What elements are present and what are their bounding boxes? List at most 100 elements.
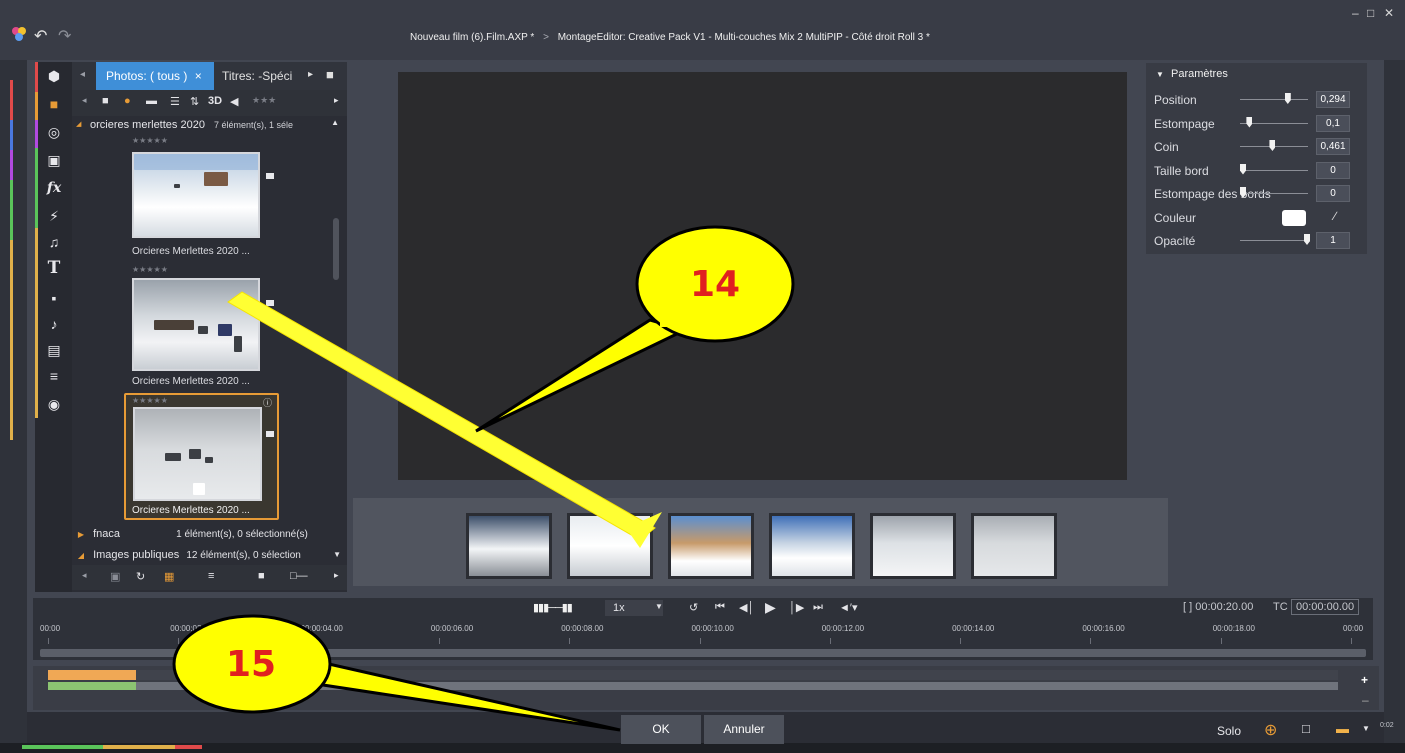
- speed-select[interactable]: 1x ▼: [605, 600, 663, 616]
- target-icon[interactable]: ⊕: [1264, 720, 1277, 740]
- scrollbar-thumb[interactable]: [333, 218, 339, 280]
- music-icon[interactable]: ♫: [46, 234, 62, 250]
- check-badge-icon[interactable]: ●: [124, 95, 131, 107]
- monitor-dropdown-icon[interactable]: ▼: [1362, 724, 1370, 733]
- zoom-in-icon[interactable]: +: [1361, 673, 1368, 687]
- monitor-icon[interactable]: ▬: [1336, 721, 1349, 736]
- group-orcieres-header[interactable]: ◢ orcieres merlettes 2020 7 élément(s), …: [72, 116, 347, 134]
- clip-thumbnail[interactable]: [668, 513, 754, 579]
- refresh-icon[interactable]: ↻: [136, 570, 145, 583]
- clip-stack-icon[interactable]: ▣: [46, 152, 62, 168]
- toolbar-scroll-right-icon[interactable]: ▸: [334, 95, 339, 106]
- video-reel-icon[interactable]: ◎: [46, 124, 62, 140]
- clip-thumbnail[interactable]: [769, 513, 855, 579]
- tab-scroll-right-icon[interactable]: ▸: [308, 69, 313, 80]
- jog-wheel-icon[interactable]: ▮▮▮──▮▮: [533, 601, 573, 614]
- play-icon[interactable]: ▶: [765, 599, 776, 616]
- pin-icon[interactable]: ■: [326, 67, 334, 82]
- go-to-start-icon[interactable]: ⏮: [715, 601, 725, 614]
- import-icon[interactable]: ■: [102, 95, 109, 107]
- clip-thumbnail[interactable]: [870, 513, 956, 579]
- go-to-end-icon[interactable]: ⏭: [813, 601, 823, 614]
- color-swatch[interactable]: [1282, 209, 1306, 226]
- param-value-field[interactable]: 0,461: [1316, 138, 1350, 155]
- info-icon[interactable]: ⓘ: [263, 396, 272, 409]
- external-display-icon[interactable]: □: [1302, 721, 1310, 736]
- ok-button[interactable]: OK: [621, 715, 701, 744]
- rating-filter-icon[interactable]: ★★★: [252, 95, 276, 106]
- titles-icon[interactable]: T: [46, 260, 62, 277]
- param-slider-track[interactable]: [1240, 193, 1308, 194]
- thumbnail-size-slider[interactable]: □—: [290, 570, 308, 582]
- montage-icon[interactable]: ▪: [46, 290, 62, 306]
- score-icon[interactable]: ♪: [46, 316, 62, 332]
- transition-icon[interactable]: ⚡: [46, 208, 62, 224]
- menu-icon[interactable]: ≡: [208, 570, 214, 582]
- video-preview[interactable]: [398, 72, 1127, 480]
- minimize-icon[interactable]: –: [1352, 6, 1359, 20]
- loop-icon[interactable]: ↺: [689, 601, 698, 614]
- effects-icon[interactable]: fx: [46, 180, 62, 196]
- zoom-out-icon[interactable]: –: [1362, 693, 1369, 707]
- folder-icon[interactable]: ▬: [146, 95, 157, 107]
- param-slider-track[interactable]: [1240, 99, 1308, 100]
- speaker-icon[interactable]: ◀: [230, 95, 238, 108]
- photo-folder-icon[interactable]: ■: [46, 96, 62, 112]
- step-back-icon[interactable]: ◀│: [739, 601, 754, 614]
- toolbar-scroll-left-icon[interactable]: ◂: [82, 95, 87, 106]
- step-forward-icon[interactable]: │▶: [789, 601, 804, 614]
- grid-view-icon[interactable]: ▦: [164, 570, 174, 583]
- send-icon[interactable]: ■: [258, 570, 265, 582]
- clip-thumbnail[interactable]: [466, 513, 552, 579]
- bottom-scroll-right-icon[interactable]: ▸: [334, 570, 339, 581]
- eyedropper-icon[interactable]: ∕: [1334, 209, 1336, 223]
- item-rating[interactable]: ★★★★★: [132, 265, 168, 274]
- scroll-up-icon[interactable]: ▲: [331, 114, 339, 132]
- item-rating[interactable]: ★★★★★: [132, 136, 168, 145]
- param-slider-knob[interactable]: [1304, 234, 1310, 245]
- param-slider-track[interactable]: [1240, 169, 1308, 171]
- tab-titles[interactable]: Titres: -Spéci: [222, 62, 292, 90]
- redo-icon[interactable]: ↷: [58, 26, 71, 46]
- param-value-field[interactable]: 0: [1316, 185, 1350, 202]
- library-item-photo-2[interactable]: [132, 278, 260, 371]
- param-slider-knob[interactable]: [1246, 116, 1253, 128]
- restore-icon[interactable]: □: [1367, 6, 1374, 20]
- library-item-photo-1[interactable]: [132, 152, 260, 238]
- tab-close-icon[interactable]: ×: [195, 69, 202, 83]
- param-slider-track[interactable]: [1240, 240, 1308, 241]
- clip-thumbnail[interactable]: [971, 513, 1057, 579]
- cancel-button[interactable]: Annuler: [704, 715, 784, 744]
- param-value-field[interactable]: 0,294: [1316, 91, 1350, 108]
- solo-label[interactable]: Solo: [1217, 724, 1241, 738]
- param-value-field[interactable]: 0,1: [1316, 114, 1350, 132]
- parameters-header[interactable]: ▼ Paramètres: [1156, 68, 1228, 80]
- disc-icon[interactable]: ◉: [46, 396, 62, 412]
- group-images-publiques[interactable]: ◢ Images publiques 12 élément(s), 0 séle…: [72, 546, 347, 564]
- tab-scroll-left-icon[interactable]: ◂: [80, 69, 85, 80]
- param-slider-knob[interactable]: [1240, 163, 1246, 175]
- library-item-photo-3[interactable]: [133, 407, 262, 501]
- list-view-icon[interactable]: ☰: [170, 95, 180, 108]
- track-1-clip[interactable]: [48, 670, 136, 680]
- clip-thumbnail[interactable]: [567, 513, 653, 579]
- scroll-down-icon[interactable]: ▼: [333, 546, 341, 564]
- param-slider-knob[interactable]: [1284, 93, 1291, 104]
- view-3d-button[interactable]: 3D: [208, 95, 222, 107]
- param-value-field[interactable]: 1: [1316, 232, 1350, 249]
- item-rating[interactable]: ★★★★★: [132, 396, 168, 405]
- keyboard-icon[interactable]: ▤: [46, 342, 62, 358]
- track-2-clip[interactable]: [48, 682, 136, 690]
- group-fnaca[interactable]: ▶ fnaca 1 élément(s), 0 sélectionné(s): [72, 525, 347, 543]
- sort-icon[interactable]: ⇅: [190, 95, 199, 108]
- timecode-field[interactable]: 00:00:00.00: [1291, 599, 1360, 615]
- param-value-field[interactable]: 0: [1316, 161, 1350, 179]
- library-scrollbar[interactable]: [332, 134, 340, 526]
- undo-icon[interactable]: ↶: [34, 26, 47, 46]
- copy-icon[interactable]: ▣: [110, 570, 120, 583]
- param-slider-knob[interactable]: [1269, 140, 1276, 151]
- volume-icon[interactable]: ◄′▾: [839, 601, 857, 614]
- project-bin-icon[interactable]: ⬢: [46, 68, 62, 84]
- tab-photos[interactable]: Photos: ( tous ) ×: [96, 62, 214, 90]
- audio-wave-icon[interactable]: ≡: [46, 368, 62, 384]
